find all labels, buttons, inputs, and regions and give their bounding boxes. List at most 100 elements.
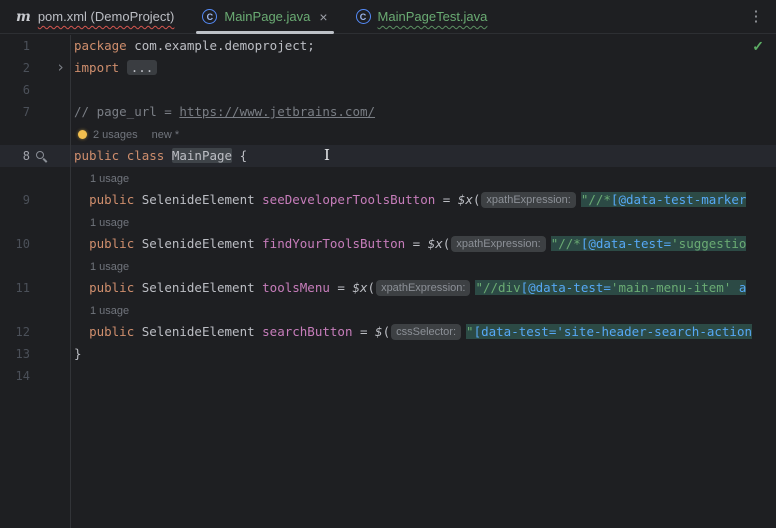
comment-url-link[interactable]: https://www.jetbrains.com/ <box>179 104 375 119</box>
code-token: ( <box>382 324 391 339</box>
line-number[interactable]: 8 <box>0 145 30 167</box>
tab-label: MainPage.java <box>224 9 311 24</box>
code-line[interactable]: 11 public SelenideElement toolsMenu = $x… <box>0 277 776 299</box>
editor-tab-bar: m pom.xml (DemoProject) C MainPage.java … <box>0 0 776 34</box>
line-number[interactable]: 2 <box>0 57 30 79</box>
code-content: public SelenideElement findYourToolsButt… <box>70 233 776 255</box>
code-token: SelenideElement <box>134 192 263 207</box>
usages-hint[interactable]: 1 usage <box>90 173 129 185</box>
inlay-hint-line[interactable]: 1 usage <box>0 211 776 233</box>
gutter: 8 <box>0 145 70 167</box>
usages-hint[interactable]: 1 usage <box>90 305 129 317</box>
code-line[interactable]: 8 public class MainPage { <box>0 145 776 167</box>
tab-mainpage-java[interactable]: C MainPage.java × <box>188 0 341 34</box>
code-token: MainPage <box>171 148 233 163</box>
tab-label: MainPageTest.java <box>377 9 488 24</box>
parameter-name-hint[interactable]: xpathExpression: <box>451 236 546 252</box>
magnifier-icon[interactable] <box>36 151 44 159</box>
code-line[interactable]: 6 <box>0 79 776 101</box>
code-token: toolsMenu <box>262 280 330 295</box>
parameter-name-hint[interactable]: xpathExpression: <box>481 192 576 208</box>
gutter: 6 <box>0 79 70 101</box>
code-token: SelenideElement <box>134 324 263 339</box>
line-number[interactable]: 6 <box>0 79 30 101</box>
code-token: // page_url = <box>74 104 180 119</box>
parameter-name-hint[interactable]: xpathExpression: <box>376 280 471 296</box>
inlay-hint-line[interactable]: 1 usage <box>0 167 776 189</box>
code-token: import <box>74 60 120 75</box>
code-token: $x <box>427 236 443 251</box>
code-content: 1 usage <box>70 299 776 321</box>
folded-code-chip[interactable]: ... <box>126 60 158 75</box>
gutter: 10 <box>0 233 70 255</box>
inlay-hint-line[interactable]: 2 usages new * <box>0 123 776 145</box>
line-number[interactable]: 12 <box>0 321 30 343</box>
more-options-icon[interactable]: ⋮ <box>746 7 766 27</box>
code-token: public <box>89 236 135 251</box>
line-number[interactable]: 7 <box>0 101 30 123</box>
code-token: SelenideElement <box>134 280 263 295</box>
usages-hint[interactable]: 1 usage <box>90 217 129 229</box>
code-line[interactable]: 1 package com.example.demoproject; <box>0 35 776 57</box>
line-number[interactable]: 10 <box>0 233 30 255</box>
gutter <box>0 299 70 321</box>
code-line[interactable]: 10 public SelenideElement findYourToolsB… <box>0 233 776 255</box>
inlay-hint-line[interactable]: 1 usage <box>0 299 776 321</box>
java-class-icon: C <box>355 9 371 24</box>
code-token: [@data-test-marker <box>610 192 747 207</box>
code-token: SelenideElement <box>134 236 263 251</box>
usages-hint[interactable]: 1 usage <box>90 261 129 273</box>
code-content: } <box>70 343 776 365</box>
fold-chevron-icon[interactable]: › <box>56 56 65 78</box>
line-number[interactable]: 11 <box>0 277 30 299</box>
code-content: package com.example.demoproject; <box>70 35 776 57</box>
code-content: public SelenideElement toolsMenu = $x(xp… <box>70 277 776 299</box>
code-token: [data-test='site-header-search-action <box>473 324 753 339</box>
code-line[interactable]: 13} <box>0 343 776 365</box>
code-line[interactable]: 12 public SelenideElement searchButton =… <box>0 321 776 343</box>
gutter: 1 <box>0 35 70 57</box>
parameter-name-hint[interactable]: cssSelector: <box>391 324 462 340</box>
tab-pom-xml[interactable]: m pom.xml (DemoProject) <box>2 0 188 33</box>
gutter: 14 <box>0 365 70 387</box>
line-number[interactable]: 13 <box>0 343 30 365</box>
code-token: 'main-menu-item' <box>610 280 732 295</box>
code-line[interactable]: 2 › import ... <box>0 57 776 79</box>
code-content: 1 usage <box>70 167 776 189</box>
code-content: public class MainPage { <box>70 145 776 167</box>
gutter: 7 <box>0 101 70 123</box>
code-token: $x <box>352 280 368 295</box>
close-tab-icon[interactable]: × <box>319 9 327 25</box>
code-content: // page_url = https://www.jetbrains.com/ <box>70 101 776 123</box>
code-token: "//div <box>475 280 521 295</box>
line-number[interactable]: 9 <box>0 189 30 211</box>
code-token: ( <box>442 236 451 251</box>
code-token: [@data-test= <box>580 236 672 251</box>
code-token: = <box>329 280 353 295</box>
code-token: public <box>89 324 135 339</box>
code-line[interactable]: 9 public SelenideElement seeDeveloperToo… <box>0 189 776 211</box>
code-token: = <box>435 192 458 207</box>
code-content: 1 usage <box>70 255 776 277</box>
code-content: 1 usage <box>70 211 776 233</box>
usages-hint[interactable]: 2 usages <box>93 129 138 141</box>
usages-hint[interactable]: new * <box>152 129 180 141</box>
code-line[interactable]: 14 <box>0 365 776 387</box>
line-number[interactable]: 1 <box>0 35 30 57</box>
tab-mainpagetest-java[interactable]: C MainPageTest.java <box>342 0 502 33</box>
gutter <box>0 211 70 233</box>
code-token: = <box>405 236 428 251</box>
code-editor[interactable]: 1 package com.example.demoproject; 2 › impor… <box>0 35 776 528</box>
line-number[interactable]: 14 <box>0 365 30 387</box>
intention-bulb-icon[interactable] <box>78 130 87 139</box>
code-line[interactable]: 7 // page_url = https://www.jetbrains.com… <box>0 101 776 123</box>
code-token: } <box>74 346 82 361</box>
code-token: " <box>466 324 474 339</box>
gutter: 9 <box>0 189 70 211</box>
inlay-hint-line[interactable]: 1 usage <box>0 255 776 277</box>
